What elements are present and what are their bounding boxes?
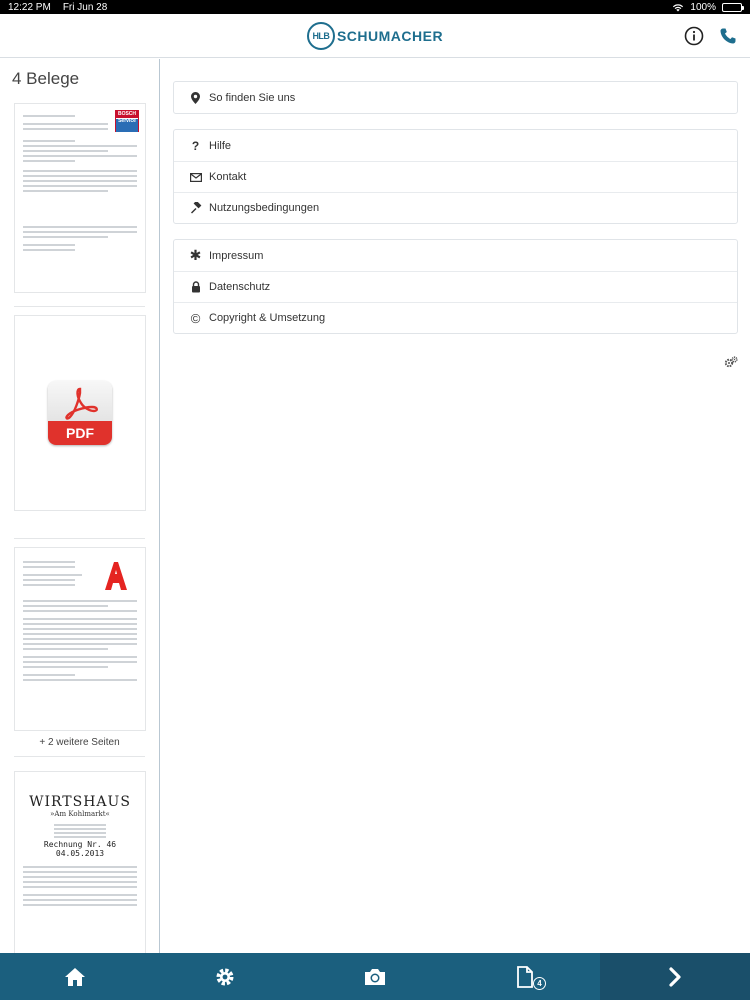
tab-documents[interactable]: 4 (450, 953, 600, 1000)
menu-item-location[interactable]: So finden Sie uns (174, 82, 737, 113)
phone-icon (720, 28, 736, 44)
receipt-invoice-number: Rechnung Nr. 46 (43, 840, 117, 849)
info-button[interactable] (682, 24, 706, 48)
receipt-subtitle: »Am Kohlmarkt« (50, 810, 110, 818)
menu-item-privacy[interactable]: Datenschutz (174, 271, 737, 302)
menu-item-location-label: So finden Sie uns (209, 91, 296, 104)
phone-button[interactable] (716, 24, 740, 48)
status-date: Fri Jun 28 (62, 1, 108, 13)
battery-percent: 100% (690, 1, 716, 13)
battery-icon (722, 2, 744, 12)
asterisk-icon: ✱ (189, 247, 202, 263)
document-thumbnail-1[interactable]: BOSCH Service (14, 103, 146, 293)
receipt-title: WIRTSHAUS (29, 794, 131, 810)
chevron-right-icon (669, 966, 681, 987)
logo-badge: HLB (306, 21, 335, 50)
camera-icon (365, 968, 385, 985)
tab-home[interactable] (0, 953, 150, 1000)
receipt-date: 04.05.2013 (55, 849, 105, 858)
menu-item-privacy-label: Datenschutz (209, 281, 271, 293)
app-header: HLB SCHUMACHER (0, 14, 750, 58)
menu-group-info: ? Hilfe Kontakt Nutzungsbedingungen (173, 129, 738, 224)
document-thumbnail-4[interactable]: WIRTSHAUS »Am Kohlmarkt« Rechnung Nr. 46… (14, 771, 146, 953)
map-marker-icon (188, 91, 203, 104)
menu-item-copyright[interactable]: © Copyright & Umsetzung (174, 302, 737, 333)
pdf-label: PDF (48, 421, 112, 445)
pdf-icon: PDF (48, 381, 112, 445)
menu-item-imprint[interactable]: ✱ Impressum (174, 240, 737, 271)
gears-icon (724, 356, 738, 368)
settings-gears-button[interactable] (724, 355, 738, 373)
menu-item-help-label: Hilfe (209, 139, 232, 152)
more-pages-label: + 2 weitere Seiten (39, 737, 120, 748)
documents-count-title: 4 Belege (12, 69, 80, 88)
menu-item-contact-label: Kontakt (209, 171, 247, 183)
question-icon: ? (191, 138, 200, 153)
status-time: 12:22 PM (8, 1, 51, 13)
tab-camera[interactable] (300, 953, 450, 1000)
menu-item-contact[interactable]: Kontakt (174, 161, 737, 192)
logo-text: SCHUMACHER (336, 27, 444, 44)
home-icon (65, 967, 85, 986)
status-bar: 12:22 PM Fri Jun 28 100% (0, 0, 750, 14)
bosch-logo: BOSCH Service (115, 110, 139, 132)
gavel-icon (188, 202, 203, 214)
envelope-icon (188, 172, 203, 182)
tab-settings[interactable] (150, 953, 300, 1000)
menu-item-copyright-label: Copyright & Umsetzung (209, 312, 326, 324)
documents-count-badge: 4 (533, 977, 546, 990)
bottom-tab-bar: 4 (0, 953, 750, 1000)
menu-item-terms[interactable]: Nutzungsbedingungen (174, 192, 737, 223)
gear-icon (216, 968, 234, 985)
main-content: So finden Sie uns ? Hilfe Kontakt Nutzun… (161, 59, 750, 953)
menu-item-terms-label: Nutzungsbedingungen (209, 202, 320, 214)
documents-icon (517, 965, 533, 988)
info-icon (684, 26, 704, 46)
document-thumbnail-3[interactable] (14, 547, 146, 731)
logo: HLB SCHUMACHER (306, 21, 444, 50)
menu-group-location: So finden Sie uns (173, 81, 738, 114)
wifi-icon (673, 3, 684, 11)
pharmacy-logo (105, 562, 127, 590)
document-thumbnail-2[interactable]: PDF (14, 315, 146, 511)
menu-item-imprint-label: Impressum (209, 249, 264, 262)
tab-next[interactable] (600, 953, 750, 1000)
lock-icon (188, 281, 203, 293)
bosch-logo-text: BOSCH Service (116, 111, 138, 124)
copyright-icon: © (190, 310, 201, 326)
menu-item-help[interactable]: ? Hilfe (174, 130, 737, 161)
menu-group-legal: ✱ Impressum Datenschutz © Copyright & Um… (173, 239, 738, 334)
documents-sidebar: 4 Belege BOSCH Service PDF + 2 weitere S… (0, 59, 160, 953)
